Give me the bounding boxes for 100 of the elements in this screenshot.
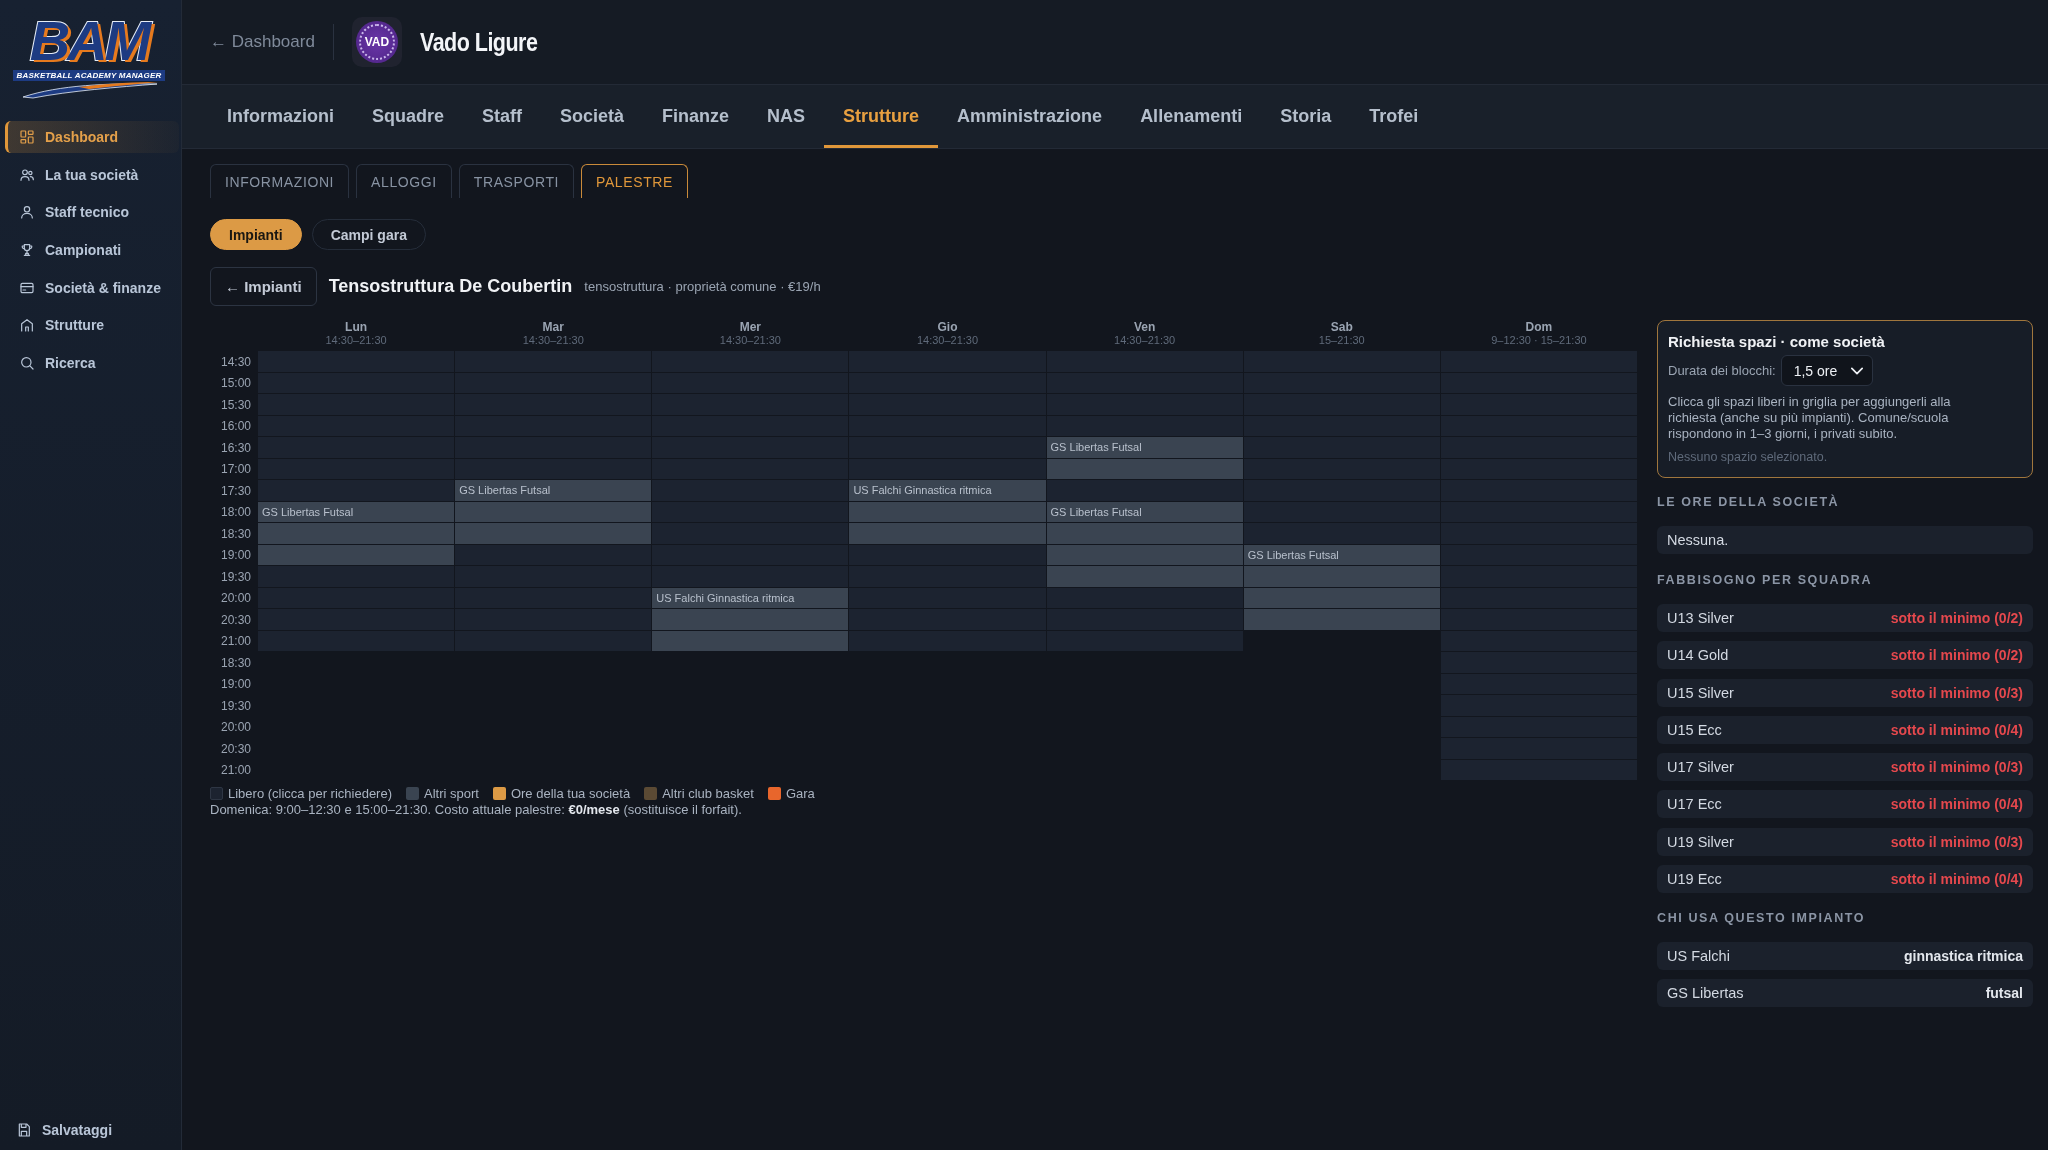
section-tab[interactable]: INFORMAZIONI: [210, 164, 350, 198]
free-slot[interactable]: [258, 480, 455, 501]
free-slot[interactable]: [849, 437, 1046, 458]
free-slot[interactable]: [455, 609, 652, 630]
team-status: sotto il minimo (0/3): [1890, 833, 2023, 850]
back-button[interactable]: ← Impianti: [210, 267, 317, 306]
nav-tab[interactable]: Strutture: [824, 85, 939, 148]
sidebar-item[interactable]: Società & finanze: [5, 271, 179, 304]
free-slot[interactable]: [1440, 609, 1637, 630]
duration-select[interactable]: 1,5 ore: [1780, 355, 1873, 386]
time-label: 19:30: [219, 568, 252, 586]
free-slot[interactable]: [455, 544, 652, 565]
free-slot[interactable]: [1046, 480, 1243, 501]
section-tab[interactable]: ALLOGGI: [356, 164, 452, 198]
nav-tab[interactable]: Finanze: [643, 85, 749, 148]
day-name: Lun: [345, 320, 368, 334]
free-slot[interactable]: [652, 458, 849, 479]
day-name: Sab: [1330, 320, 1353, 334]
section-tab[interactable]: PALESTRE: [581, 164, 688, 198]
free-slot[interactable]: [849, 587, 1046, 608]
free-slot[interactable]: [258, 458, 455, 479]
free-slot[interactable]: [849, 630, 1046, 651]
sidebar-item[interactable]: La tua società: [5, 158, 179, 191]
free-slot[interactable]: [1243, 501, 1440, 522]
time-label: 20:00: [219, 590, 252, 608]
free-slot[interactable]: [1046, 587, 1243, 608]
sidebar-item[interactable]: Staff tecnico: [5, 196, 179, 229]
nav-tab[interactable]: Trofei: [1350, 85, 1438, 148]
sidebar-item[interactable]: Salvataggi: [0, 1114, 181, 1146]
free-slot[interactable]: [1243, 415, 1440, 436]
time-label: 17:30: [219, 482, 252, 500]
free-slot[interactable]: [1046, 630, 1243, 651]
nav-tab[interactable]: Storia: [1261, 85, 1351, 148]
team-status: sotto il minimo (0/4): [1890, 721, 2023, 738]
free-slot[interactable]: [1243, 458, 1440, 479]
day-name: Dom: [1525, 320, 1553, 334]
free-slot[interactable]: [455, 458, 652, 479]
time-label: 18:30: [219, 525, 252, 543]
search-icon: [19, 355, 35, 372]
nav-tab[interactable]: Squadre: [353, 85, 464, 148]
time-label: 18:30: [219, 654, 252, 672]
nav-tab[interactable]: Amministrazione: [938, 85, 1122, 148]
time-label: 15:30: [219, 396, 252, 414]
duration-label: Durata dei blocchi:: [1668, 363, 1776, 378]
free-slot[interactable]: [652, 523, 849, 544]
day-name: Ven: [1133, 320, 1156, 334]
house-icon: [19, 317, 35, 334]
free-slot[interactable]: [1243, 480, 1440, 501]
free-slot[interactable]: [455, 566, 652, 587]
free-slot[interactable]: [849, 544, 1046, 565]
team-status: sotto il minimo (0/2): [1890, 610, 2023, 626]
nav-tab[interactable]: Allenamenti: [1121, 85, 1262, 148]
nav-tab[interactable]: Staff: [463, 85, 542, 148]
sidebar-item[interactable]: Ricerca: [5, 347, 179, 380]
nav-tab[interactable]: NAS: [748, 85, 825, 148]
booked-slot: GS Libertas Futsal: [1046, 437, 1243, 458]
view-tab[interactable]: Impianti: [210, 219, 302, 250]
free-slot[interactable]: [258, 566, 455, 587]
free-slot[interactable]: [849, 458, 1046, 479]
sidebar-item[interactable]: Campionati: [5, 234, 179, 267]
free-slot[interactable]: [1046, 415, 1243, 436]
free-slot[interactable]: [1243, 523, 1440, 544]
nav-tab[interactable]: Informazioni: [208, 85, 353, 148]
user-club: GS Libertas: [1667, 985, 1744, 1002]
team-status: sotto il minimo (0/3): [1890, 759, 2023, 776]
nav-tab[interactable]: Società: [541, 85, 644, 148]
free-slot[interactable]: [1440, 523, 1637, 544]
free-slot[interactable]: [455, 630, 652, 651]
free-slot[interactable]: [1440, 587, 1637, 608]
free-slot[interactable]: [1046, 609, 1243, 630]
free-slot[interactable]: [652, 544, 849, 565]
card-title: Richiesta spazi · come società: [1668, 333, 1886, 351]
free-slot[interactable]: [1243, 437, 1440, 458]
day-hours: 14:30–21:30: [916, 334, 979, 347]
legend-label: Altri club basket: [662, 786, 754, 801]
sidebar-item[interactable]: Dashboard: [5, 121, 179, 153]
free-slot[interactable]: [1440, 630, 1637, 651]
back-link[interactable]: ← Dashboard: [210, 32, 315, 52]
free-slot[interactable]: [849, 566, 1046, 587]
free-slot[interactable]: [849, 609, 1046, 630]
free-slot[interactable]: [1440, 544, 1637, 565]
free-slot[interactable]: [652, 566, 849, 587]
time-label: 17:00: [219, 461, 252, 479]
free-slot[interactable]: [1440, 566, 1637, 587]
section-tab[interactable]: TRASPORTI: [458, 164, 575, 198]
grid-icon: [19, 129, 35, 145]
schedule-note: Domenica: 9:00–12:30 e 15:00–21:30. Costo attuale palestre: €0/mese (sostituisce il forfait).: [210, 802, 743, 818]
free-slot[interactable]: [652, 480, 849, 501]
time-label: 21:00: [219, 633, 252, 651]
day-hours: 9–12:30 · 15–21:30: [1491, 334, 1587, 347]
day-hours: 14:30–21:30: [325, 334, 387, 347]
free-slot[interactable]: [455, 587, 652, 608]
booked-slot: GS Libertas Futsal: [258, 501, 455, 522]
free-slot[interactable]: [652, 501, 849, 522]
day-name: Gio: [937, 320, 958, 334]
day-hours: 14:30–21:30: [1114, 334, 1176, 347]
day-name: Mar: [542, 320, 564, 334]
free-slot[interactable]: [849, 415, 1046, 436]
sidebar-item[interactable]: Strutture: [5, 309, 179, 342]
time-label: 20:30: [219, 740, 252, 758]
